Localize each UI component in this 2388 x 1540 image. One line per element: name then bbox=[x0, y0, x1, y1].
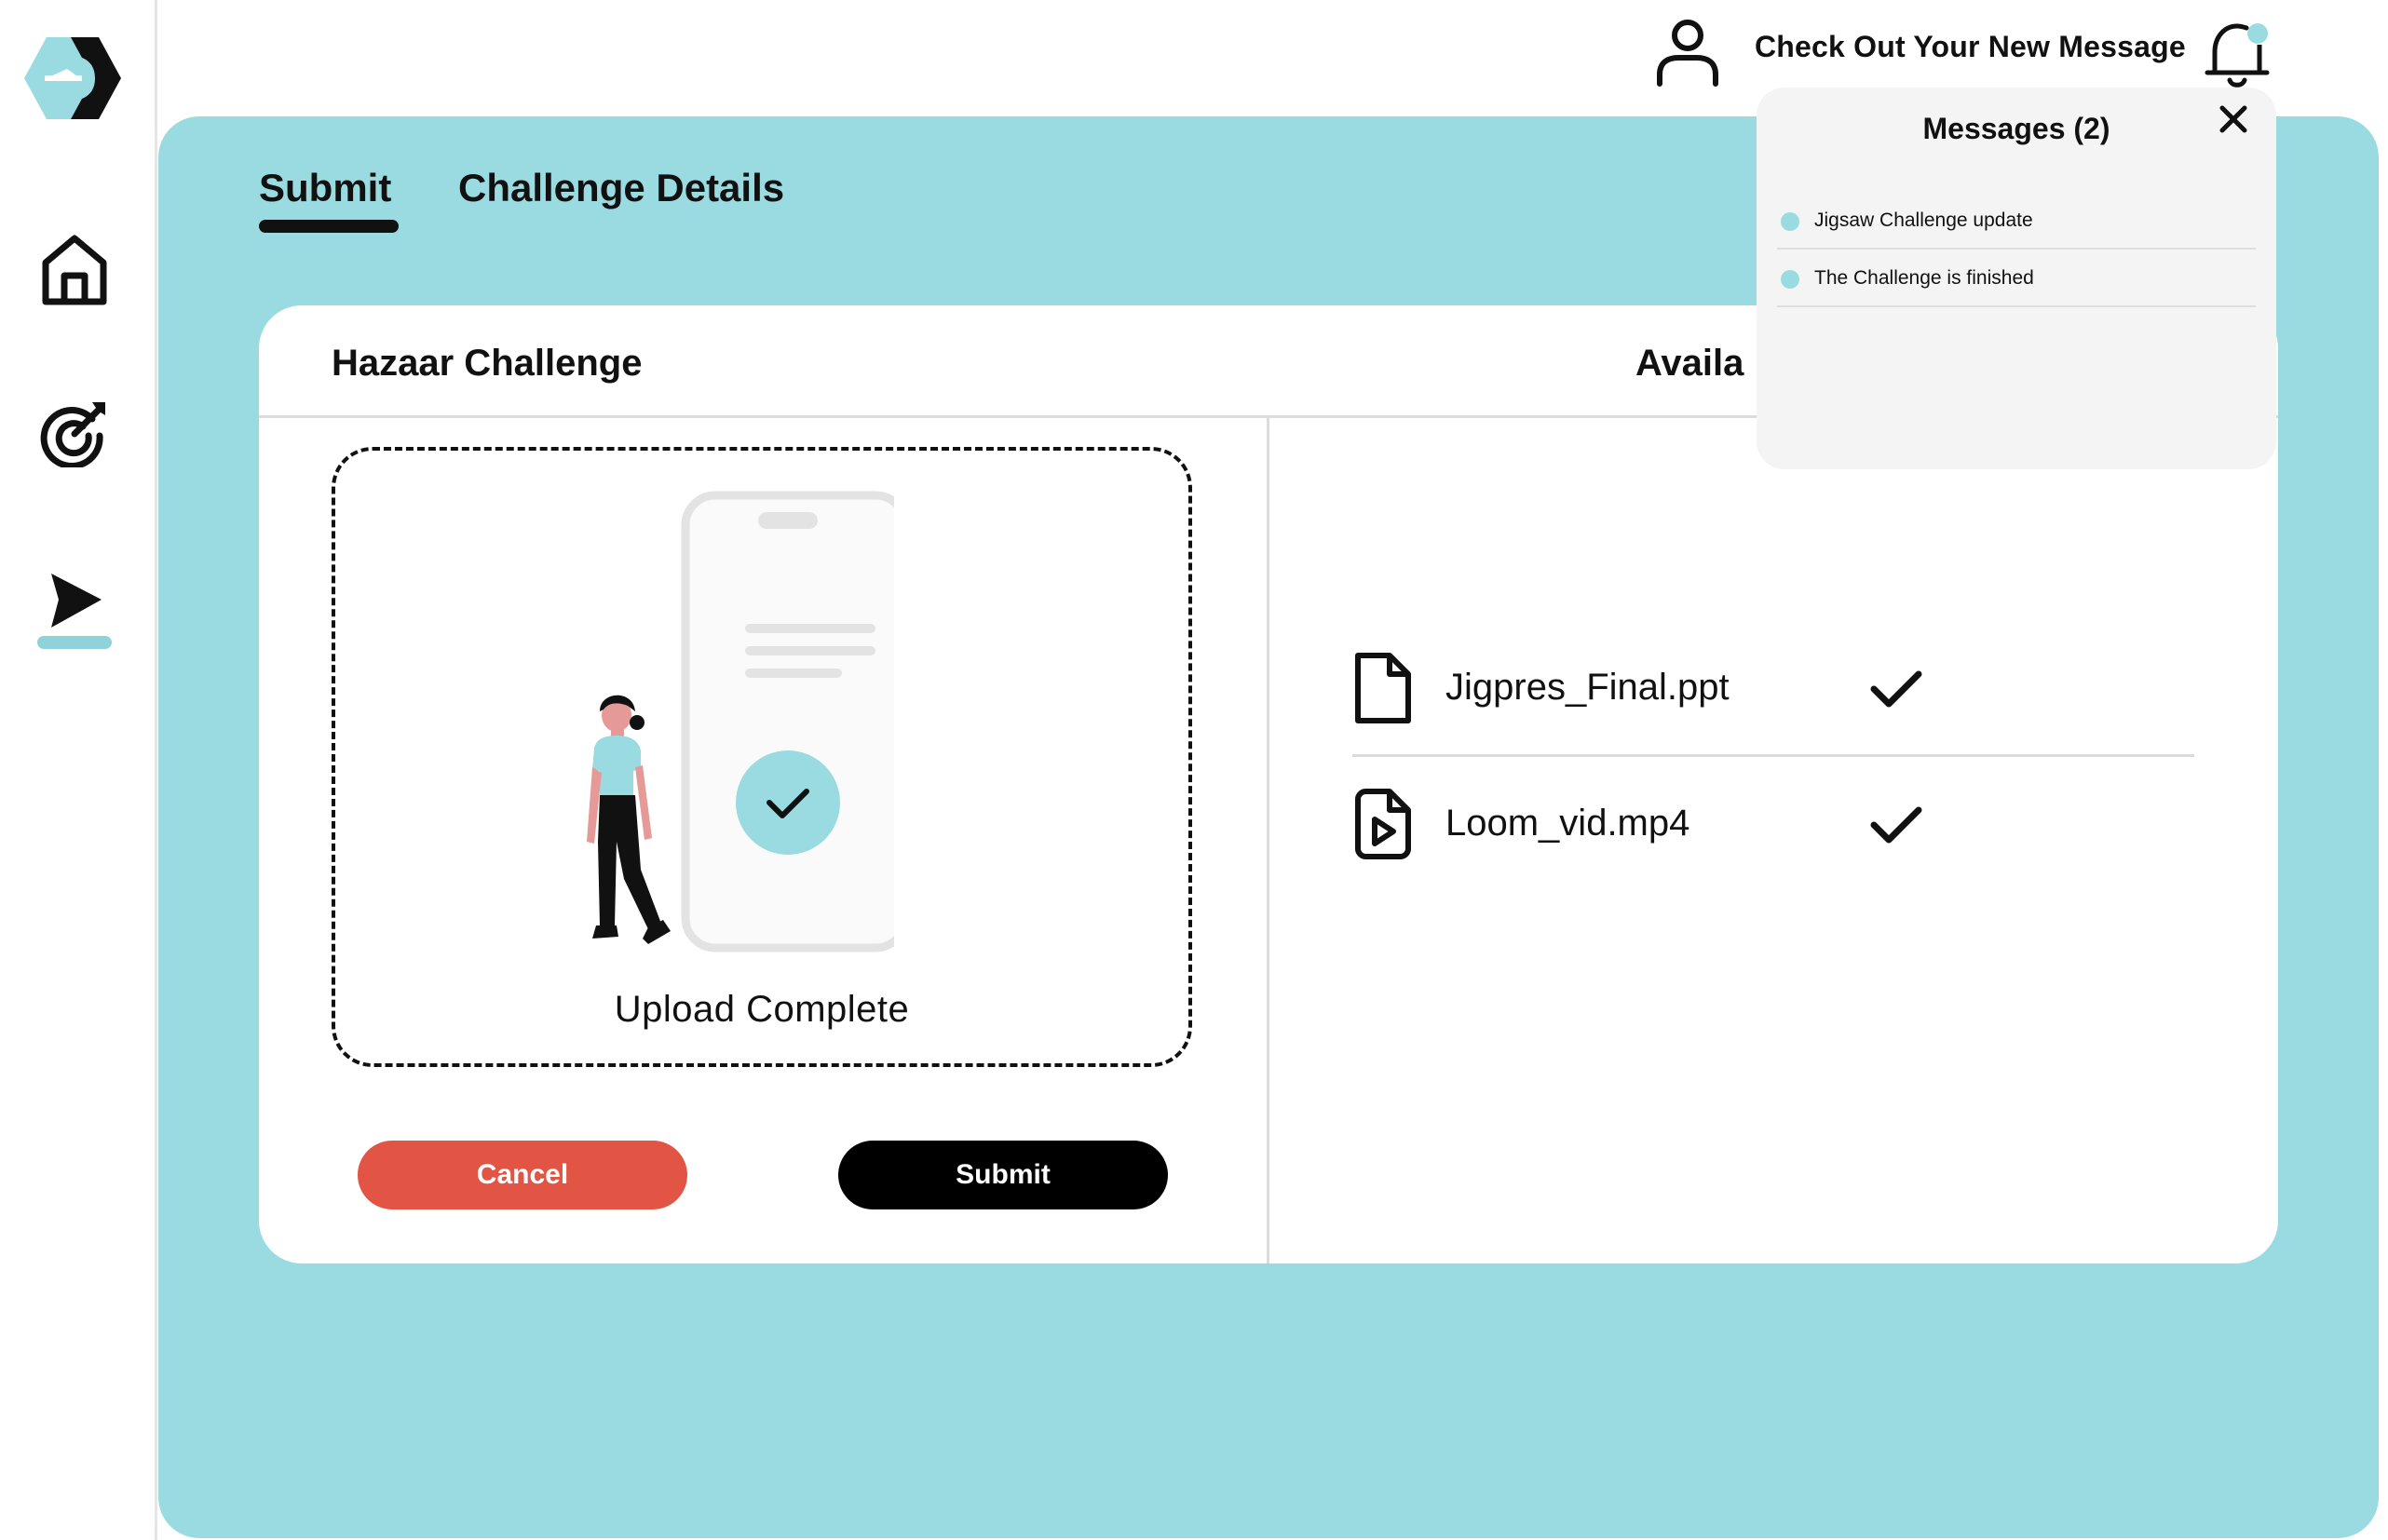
video-file-icon bbox=[1355, 789, 1411, 859]
card-title: Hazaar Challenge bbox=[332, 343, 643, 384]
send-icon bbox=[51, 574, 102, 628]
message-item[interactable]: The Challenge is finished bbox=[1777, 250, 2256, 307]
file-name: Loom_vid.mp4 bbox=[1445, 803, 1690, 844]
checkmark-icon bbox=[1870, 670, 1922, 708]
tab-submit[interactable]: Submit bbox=[259, 166, 391, 210]
message-item[interactable]: Jigsaw Challenge update bbox=[1777, 192, 2256, 250]
checkmark-icon bbox=[1870, 806, 1922, 844]
logo-icon[interactable] bbox=[24, 34, 123, 123]
document-icon bbox=[1355, 653, 1411, 723]
notification-text[interactable]: Check Out Your New Message bbox=[1755, 30, 2186, 64]
card-right-title: Availa bbox=[1635, 343, 1744, 384]
close-icon[interactable] bbox=[2215, 101, 2252, 138]
upload-dropzone[interactable]: Upload Complete bbox=[332, 447, 1192, 1067]
messages-title: Messages (2) bbox=[1922, 112, 2110, 145]
file-name: Jigpres_Final.ppt bbox=[1445, 667, 1730, 708]
upload-complete-illustration bbox=[587, 491, 894, 952]
submit-button[interactable]: Submit bbox=[838, 1141, 1168, 1209]
card-column-divider bbox=[1267, 415, 1269, 1263]
user-icon[interactable] bbox=[1654, 17, 1721, 88]
nav-home[interactable] bbox=[28, 223, 121, 317]
active-tab-underline bbox=[259, 220, 399, 233]
home-icon bbox=[42, 235, 107, 305]
file-divider bbox=[1352, 754, 2194, 757]
upload-status: Upload Complete bbox=[614, 989, 910, 1030]
unread-dot bbox=[1781, 212, 1799, 231]
nav-challenges[interactable] bbox=[28, 386, 121, 480]
sidebar bbox=[0, 0, 156, 1540]
target-icon bbox=[40, 402, 105, 467]
tab-challenge-details[interactable]: Challenge Details bbox=[458, 166, 784, 210]
bell-icon[interactable] bbox=[2204, 17, 2271, 89]
file-item[interactable]: Jigpres_Final.ppt bbox=[1352, 650, 1930, 734]
nav-submit[interactable] bbox=[28, 554, 121, 647]
sidebar-divider bbox=[155, 0, 157, 1540]
message-text: The Challenge is finished bbox=[1814, 267, 2034, 289]
file-item[interactable]: Loom_vid.mp4 bbox=[1352, 786, 1930, 870]
unread-dot bbox=[1781, 270, 1799, 289]
message-text: Jigsaw Challenge update bbox=[1814, 209, 2033, 231]
cancel-button[interactable]: Cancel bbox=[358, 1141, 687, 1209]
messages-popover: Messages (2) Jigsaw Challenge update The… bbox=[1757, 88, 2276, 469]
nav-active-indicator bbox=[37, 636, 112, 649]
